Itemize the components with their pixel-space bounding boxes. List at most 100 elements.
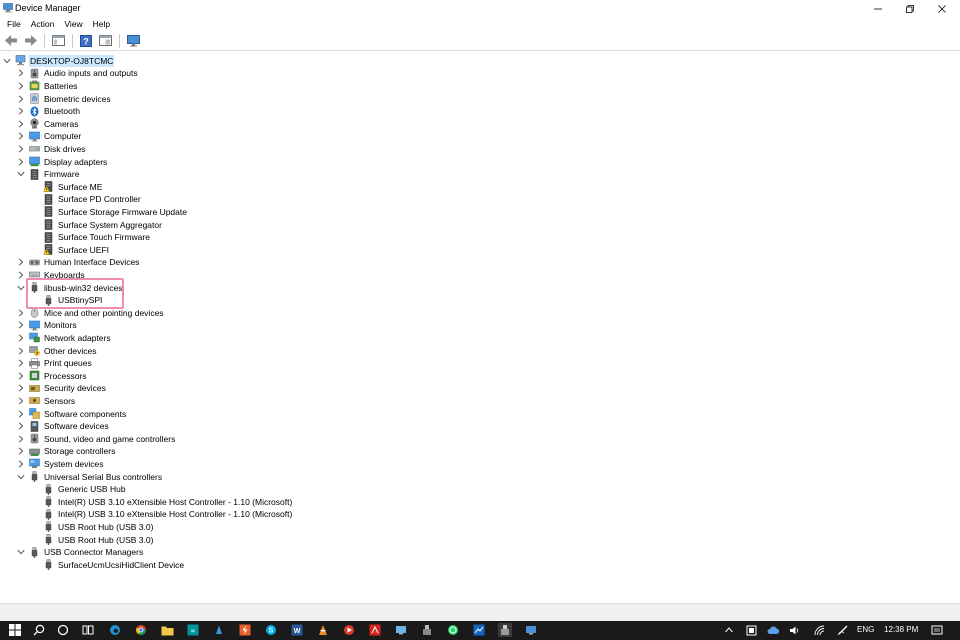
tree-node[interactable]: Surface PD Controller bbox=[30, 193, 142, 206]
expand-arrow-icon[interactable] bbox=[16, 131, 26, 141]
expand-arrow-icon[interactable] bbox=[16, 396, 26, 406]
taskbar-app-6[interactable] bbox=[420, 623, 434, 637]
taskbar-app-3[interactable] bbox=[316, 623, 330, 637]
tray-app-icon-1[interactable] bbox=[744, 623, 758, 637]
pen-tray-button[interactable] bbox=[836, 623, 850, 637]
taskbar-app-5[interactable] bbox=[394, 623, 408, 637]
taskbar-app-device-manager[interactable] bbox=[498, 623, 512, 637]
tree-node[interactable]: Surface ME bbox=[30, 181, 103, 194]
menu-view[interactable]: View bbox=[59, 17, 87, 31]
expand-arrow-icon[interactable] bbox=[16, 106, 26, 116]
tree-node[interactable]: USB Root Hub (USB 3.0) bbox=[30, 521, 154, 534]
taskbar-app-8[interactable] bbox=[524, 623, 538, 637]
tree-node[interactable]: Audio inputs and outputs bbox=[16, 67, 139, 80]
task-view-button[interactable] bbox=[81, 623, 95, 637]
tree-node[interactable]: Sensors bbox=[16, 395, 76, 408]
taskbar-app-edge[interactable] bbox=[108, 623, 122, 637]
tree-node[interactable]: Bluetooth bbox=[16, 105, 81, 118]
collapse-arrow-icon[interactable] bbox=[16, 169, 26, 179]
tree-node[interactable]: Software devices bbox=[16, 420, 110, 433]
taskbar-app-file-explorer[interactable] bbox=[160, 623, 174, 637]
scan-hardware-button[interactable] bbox=[124, 32, 142, 50]
taskbar-app-skype[interactable]: S bbox=[264, 623, 278, 637]
collapse-arrow-icon[interactable] bbox=[16, 472, 26, 482]
expand-arrow-icon[interactable] bbox=[16, 94, 26, 104]
tree-node[interactable]: Surface System Aggregator bbox=[30, 218, 163, 231]
taskbar-app-2[interactable] bbox=[238, 623, 252, 637]
help-button[interactable]: ? bbox=[77, 32, 95, 50]
wifi-tray-button[interactable] bbox=[813, 623, 827, 637]
expand-arrow-icon[interactable] bbox=[16, 144, 26, 154]
taskbar-app-1[interactable] bbox=[212, 623, 226, 637]
tree-node[interactable]: Batteries bbox=[16, 80, 79, 93]
tree-node[interactable]: Software components bbox=[16, 407, 127, 420]
search-button[interactable] bbox=[32, 623, 46, 637]
tree-node[interactable]: System devices bbox=[16, 458, 105, 471]
expand-arrow-icon[interactable] bbox=[16, 346, 26, 356]
collapse-arrow-icon[interactable] bbox=[16, 547, 26, 557]
menu-help[interactable]: Help bbox=[88, 17, 115, 31]
clock[interactable]: 12:38 PM bbox=[884, 625, 918, 634]
volume-tray-button[interactable] bbox=[788, 623, 802, 637]
expand-arrow-icon[interactable] bbox=[16, 383, 26, 393]
expand-arrow-icon[interactable] bbox=[16, 308, 26, 318]
tree-node[interactable]: ? Other devices bbox=[16, 344, 97, 357]
taskbar-app-4[interactable] bbox=[342, 623, 356, 637]
show-hidden-icons-button[interactable] bbox=[722, 623, 736, 637]
forward-button[interactable] bbox=[21, 32, 39, 50]
expand-arrow-icon[interactable] bbox=[16, 119, 26, 129]
tree-node[interactable]: DESKTOP-OJ8TCMC bbox=[2, 54, 115, 68]
taskbar-app-acrobat[interactable] bbox=[368, 623, 382, 637]
onedrive-tray-button[interactable] bbox=[766, 623, 780, 637]
expand-arrow-icon[interactable] bbox=[16, 421, 26, 431]
tree-node[interactable]: Generic USB Hub bbox=[30, 483, 127, 496]
cortana-button[interactable] bbox=[56, 623, 70, 637]
tree-node[interactable]: Network adapters bbox=[16, 332, 112, 345]
expand-arrow-icon[interactable] bbox=[16, 409, 26, 419]
collapse-arrow-icon[interactable] bbox=[16, 283, 26, 293]
expand-arrow-icon[interactable] bbox=[16, 157, 26, 167]
show-hide-console-tree-button[interactable] bbox=[49, 32, 67, 50]
close-button[interactable] bbox=[926, 0, 958, 17]
taskbar-app-whatsapp[interactable] bbox=[446, 623, 460, 637]
tree-node[interactable]: Surface UEFI bbox=[30, 244, 110, 257]
tree-node[interactable]: Storage controllers bbox=[16, 445, 116, 458]
expand-arrow-icon[interactable] bbox=[16, 68, 26, 78]
tree-node[interactable]: Monitors bbox=[16, 319, 78, 332]
expand-arrow-icon[interactable] bbox=[16, 371, 26, 381]
back-button[interactable] bbox=[2, 32, 20, 50]
menu-action[interactable]: Action bbox=[26, 17, 60, 31]
tree-node[interactable]: Firmware bbox=[16, 168, 80, 181]
taskbar-app-arduino[interactable]: ∞ bbox=[186, 623, 200, 637]
tree-node[interactable]: USB Root Hub (USB 3.0) bbox=[30, 533, 154, 546]
tree-node[interactable]: Processors bbox=[16, 370, 88, 383]
tree-node[interactable]: SurfaceUcmUcsiHidClient Device bbox=[30, 559, 185, 572]
tree-node[interactable]: Sound, video and game controllers bbox=[16, 433, 176, 446]
tree-node[interactable]: Universal Serial Bus controllers bbox=[16, 470, 163, 483]
expand-arrow-icon[interactable] bbox=[16, 270, 26, 280]
minimize-button[interactable] bbox=[862, 0, 894, 17]
tree-node[interactable]: Surface Touch Firmware bbox=[30, 231, 151, 244]
tree-node[interactable]: Surface Storage Firmware Update bbox=[30, 206, 188, 219]
tree-node[interactable]: Cameras bbox=[16, 118, 79, 131]
tree-node[interactable]: Human Interface Devices bbox=[16, 256, 140, 269]
taskbar-app-7[interactable] bbox=[472, 623, 486, 637]
collapse-arrow-icon[interactable] bbox=[2, 56, 12, 66]
input-language[interactable]: ENG bbox=[857, 625, 874, 634]
tree-node[interactable]: Display adapters bbox=[16, 155, 108, 168]
tree-node[interactable]: Intel(R) USB 3.10 eXtensible Host Contro… bbox=[30, 496, 293, 509]
tree-node[interactable]: Print queues bbox=[16, 357, 93, 370]
action-center-button[interactable] bbox=[930, 623, 944, 637]
expand-arrow-icon[interactable] bbox=[16, 459, 26, 469]
tree-node[interactable]: Biometric devices bbox=[16, 92, 112, 105]
tree-node[interactable]: Security devices bbox=[16, 382, 107, 395]
taskbar-app-word[interactable]: W bbox=[290, 623, 304, 637]
expand-arrow-icon[interactable] bbox=[16, 446, 26, 456]
expand-arrow-icon[interactable] bbox=[16, 81, 26, 91]
menu-file[interactable]: File bbox=[2, 17, 26, 31]
taskbar-app-chrome[interactable] bbox=[134, 623, 148, 637]
expand-arrow-icon[interactable] bbox=[16, 434, 26, 444]
expand-arrow-icon[interactable] bbox=[16, 358, 26, 368]
properties-button[interactable] bbox=[96, 32, 114, 50]
expand-arrow-icon[interactable] bbox=[16, 333, 26, 343]
